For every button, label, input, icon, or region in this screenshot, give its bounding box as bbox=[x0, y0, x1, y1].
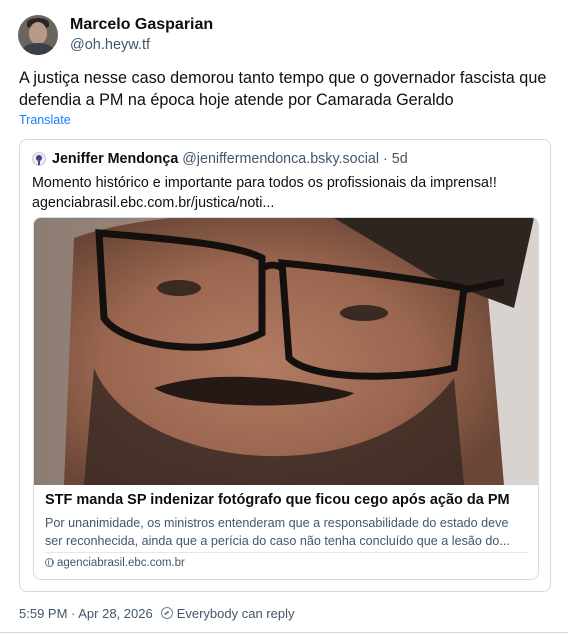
divider bbox=[45, 552, 527, 553]
quote-author-name[interactable]: Jeniffer Mendonça bbox=[52, 151, 178, 167]
quote-time: · 5d bbox=[383, 151, 408, 167]
post-text: A justiça nesse caso demorou tanto tempo… bbox=[19, 69, 547, 109]
quoted-post[interactable]: Jeniffer Mendonça @jeniffermendonca.bsky… bbox=[19, 139, 551, 592]
divider bbox=[0, 632, 568, 633]
author-avatar[interactable] bbox=[18, 15, 58, 55]
quote-avatar-icon[interactable] bbox=[32, 152, 46, 166]
globe-icon bbox=[45, 558, 54, 567]
link-card-thumbnail bbox=[34, 218, 538, 485]
quote-text-link[interactable]: agenciabrasil.ebc.com.br/justica/noti... bbox=[32, 193, 537, 213]
link-card-desc-line: ser reconhecida, ainda que a perícia do … bbox=[45, 534, 510, 548]
quote-header: Jeniffer Mendonça @jeniffermendonca.bsky… bbox=[52, 151, 408, 167]
link-card-title[interactable]: STF manda SP indenizar fotógrafo que fic… bbox=[45, 492, 530, 508]
post-meta: 5:59 PM · Apr 28, 2026 Everybody can repl… bbox=[19, 606, 294, 621]
post-timestamp[interactable]: 5:59 PM · Apr 28, 2026 bbox=[19, 606, 153, 621]
link-card-description: Por unanimidade, os ministros entenderam… bbox=[45, 514, 530, 550]
quote-author-handle[interactable]: @jeniffermendonca.bsky.social bbox=[182, 151, 379, 167]
quote-text-line: Momento histórico e importante para todo… bbox=[32, 175, 497, 191]
quote-text: Momento histórico e importante para todo… bbox=[32, 173, 537, 213]
post: Marcelo Gasparian @oh.heyw.tf A justiça … bbox=[0, 0, 568, 635]
link-card-domain[interactable]: agenciabrasil.ebc.com.br bbox=[45, 557, 185, 569]
translate-link[interactable]: Translate bbox=[19, 113, 71, 127]
link-card-domain-text: agenciabrasil.ebc.com.br bbox=[57, 557, 185, 569]
reply-setting-label: Everybody can reply bbox=[176, 606, 295, 621]
author-name[interactable]: Marcelo Gasparian bbox=[70, 16, 213, 34]
link-card[interactable]: STF manda SP indenizar fotógrafo que fic… bbox=[33, 217, 539, 580]
link-card-desc-line: Por unanimidade, os ministros entenderam… bbox=[45, 516, 509, 530]
author-handle[interactable]: @oh.heyw.tf bbox=[70, 37, 150, 53]
reply-setting-icon bbox=[160, 607, 173, 619]
